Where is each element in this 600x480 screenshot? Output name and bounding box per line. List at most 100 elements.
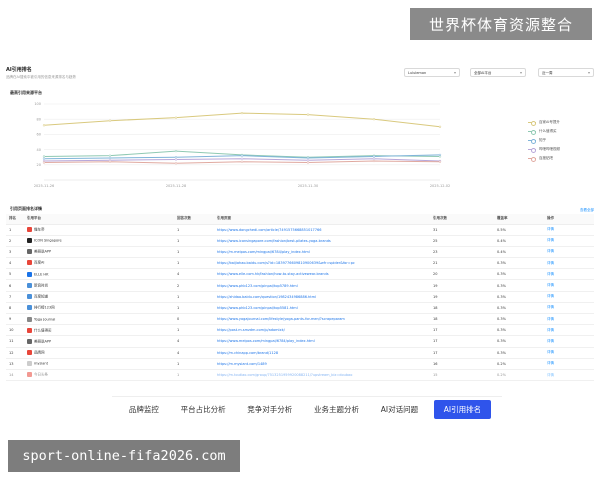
url-link[interactable]: https://m.toutiao.com/group/751325195992…: [214, 369, 430, 382]
platform-cell: 什么值得买: [24, 324, 174, 337]
view-all-link[interactable]: 查看全部: [580, 208, 594, 213]
table-row: 12 品牌网 4 https://m.chinapp.com/brand/1128 17…: [6, 347, 594, 359]
legend-swatch-icon: [528, 120, 536, 126]
answers-cell: 1: [174, 369, 214, 382]
platform-name: ELLE HK: [34, 272, 49, 277]
platform-name: 美丽说APP: [34, 249, 52, 254]
chevron-down-icon: ▾: [453, 70, 456, 75]
legend-item[interactable]: 百家AI号提升: [528, 118, 596, 127]
period-select[interactable]: 近一周 ▾: [538, 68, 594, 77]
detail-button[interactable]: 详情: [544, 335, 594, 348]
detail-button[interactable]: 详情: [544, 313, 594, 326]
detail-button[interactable]: 详情: [544, 246, 594, 259]
y-tick-label: 60: [37, 133, 41, 137]
tab-ai-citation-rank[interactable]: AI引用排名: [433, 400, 492, 419]
detail-button[interactable]: 详情: [544, 224, 594, 236]
detail-button[interactable]: 详情: [544, 235, 594, 247]
cites-cell: 19: [430, 279, 494, 292]
url-link[interactable]: https://m.meipos.com/mingpai/6784/play_i…: [214, 246, 430, 259]
panel-title: AI引用排名: [6, 67, 32, 73]
x-tick-label: 2025-11-30: [298, 184, 318, 188]
detail-button[interactable]: 详情: [544, 347, 594, 359]
coverage-cell: 0.3%: [494, 291, 544, 303]
tab-topic[interactable]: 业务主题分析: [308, 400, 365, 419]
platform-cell: 美丽说APP: [24, 335, 174, 348]
legend-item[interactable]: 百度贴吧: [528, 154, 596, 163]
data-point: [306, 161, 310, 164]
platform-cell: ICON Singapore: [24, 235, 174, 247]
table-row: 6 新浪时尚 2 https://www.phb123.com/pinpai/top5…: [6, 279, 594, 292]
detail-button[interactable]: 详情: [544, 291, 594, 303]
legend-item[interactable]: 什么值得买: [528, 127, 596, 136]
legend-item[interactable]: 哔哩哔哩视频: [528, 145, 596, 154]
url-link[interactable]: https://zhidao.baidu.com/question/198243…: [214, 291, 430, 303]
coverage-cell: 0.3%: [494, 279, 544, 292]
rank-cell: 13: [6, 358, 24, 370]
platform-cell: ELLE HK: [24, 268, 174, 281]
rank-cell: 9: [6, 313, 24, 326]
cites-cell: 31: [430, 224, 494, 236]
url-link[interactable]: https://www.iconsingapore.com/fashion/be…: [214, 235, 430, 247]
data-point: [240, 154, 244, 157]
data-point: [42, 157, 46, 160]
url-link[interactable]: https://www.dongchedi.com/article/749157…: [214, 224, 430, 236]
watermark-top: 世界杯体育资源整合: [410, 8, 592, 40]
data-point: [174, 162, 178, 165]
detail-button[interactable]: 详情: [544, 358, 594, 370]
url-link[interactable]: https://baijiahao.baidu.com/s?id=1839776…: [214, 257, 430, 270]
url-link[interactable]: https://www.elle.com.hk/fashion/how-to-s…: [214, 268, 430, 281]
detail-button[interactable]: 详情: [544, 324, 594, 337]
table-row: 14 今日头条 1 https://m.toutiao.com/group/75132…: [6, 369, 594, 382]
legend-label: 百家AI号提升: [539, 120, 560, 124]
detail-button[interactable]: 详情: [544, 279, 594, 292]
tab-competitor[interactable]: 竞争对手分析: [241, 400, 298, 419]
cites-cell: 16: [430, 358, 494, 370]
answers-cell: 1: [174, 246, 214, 259]
detail-button[interactable]: 详情: [544, 369, 594, 382]
detail-button[interactable]: 详情: [544, 257, 594, 270]
detail-button[interactable]: 详情: [544, 268, 594, 281]
platform-logo-icon: [27, 327, 32, 333]
rank-cell: 2: [6, 235, 24, 247]
cites-cell: 21: [430, 257, 494, 270]
legend-swatch-icon: [528, 129, 536, 135]
table-row: 11 美丽说APP 4 https://www.meipos.com/mingpai/…: [6, 335, 594, 348]
url-link[interactable]: https://www.yogajournal.com/lifestyle/yo…: [214, 313, 430, 326]
tab-brand-monitor[interactable]: 品牌监控: [123, 400, 165, 419]
y-tick-label: 100: [34, 102, 41, 106]
rank-cell: 12: [6, 347, 24, 359]
table-row: 4 百度AI 1 https://baijiahao.baidu.com/s?id=1…: [6, 257, 594, 270]
url-link[interactable]: https://www.meipos.com/mingpai/6784/play…: [214, 335, 430, 348]
answers-cell: 1: [174, 358, 214, 370]
platform-cell: 排行榜123网: [24, 302, 174, 315]
y-tick-label: 80: [37, 117, 41, 121]
cites-cell: 17: [430, 324, 494, 337]
url-link[interactable]: https://www.phb123.com/pinpai/top5581.ht…: [214, 302, 430, 315]
tab-platform-share[interactable]: 平台占比分析: [175, 400, 232, 419]
table-row: 13 mysiant 1 https://m.mysiant.com/1489 16 0.…: [6, 358, 594, 370]
chevron-down-icon: ▾: [587, 70, 590, 75]
brand-select[interactable]: Lululemon ▾: [404, 68, 460, 77]
legend-item[interactable]: 知乎: [528, 136, 596, 145]
answers-cell: 1: [174, 257, 214, 270]
platform-cell: 百度AI: [24, 257, 174, 270]
cites-cell: 17: [430, 335, 494, 348]
data-point: [174, 156, 178, 159]
platform-cell: 新浪时尚: [24, 279, 174, 292]
detail-button[interactable]: 详情: [544, 302, 594, 315]
data-point: [108, 154, 112, 157]
platform-logo-icon: [27, 238, 32, 244]
answers-cell: 4: [174, 347, 214, 359]
tab-ai-questions[interactable]: AI对话问题: [375, 400, 424, 419]
url-link[interactable]: https://m.chinapp.com/brand/1128: [214, 347, 430, 359]
platform-select[interactable]: 全部AI平台 ▾: [470, 68, 526, 77]
cites-cell: 23: [430, 246, 494, 259]
data-point: [372, 118, 376, 121]
data-point: [372, 155, 376, 158]
url-link[interactable]: https://m.mysiant.com/1489: [214, 358, 430, 370]
url-link[interactable]: https://www.phb123.com/pinpai/top5789.ht…: [214, 279, 430, 292]
data-point: [174, 116, 178, 119]
platform-cell: mysiant: [24, 358, 174, 370]
url-link[interactable]: https://post.m.smzdm.com/p/adomlxk/: [214, 324, 430, 337]
platform-logo-icon: [27, 372, 32, 378]
